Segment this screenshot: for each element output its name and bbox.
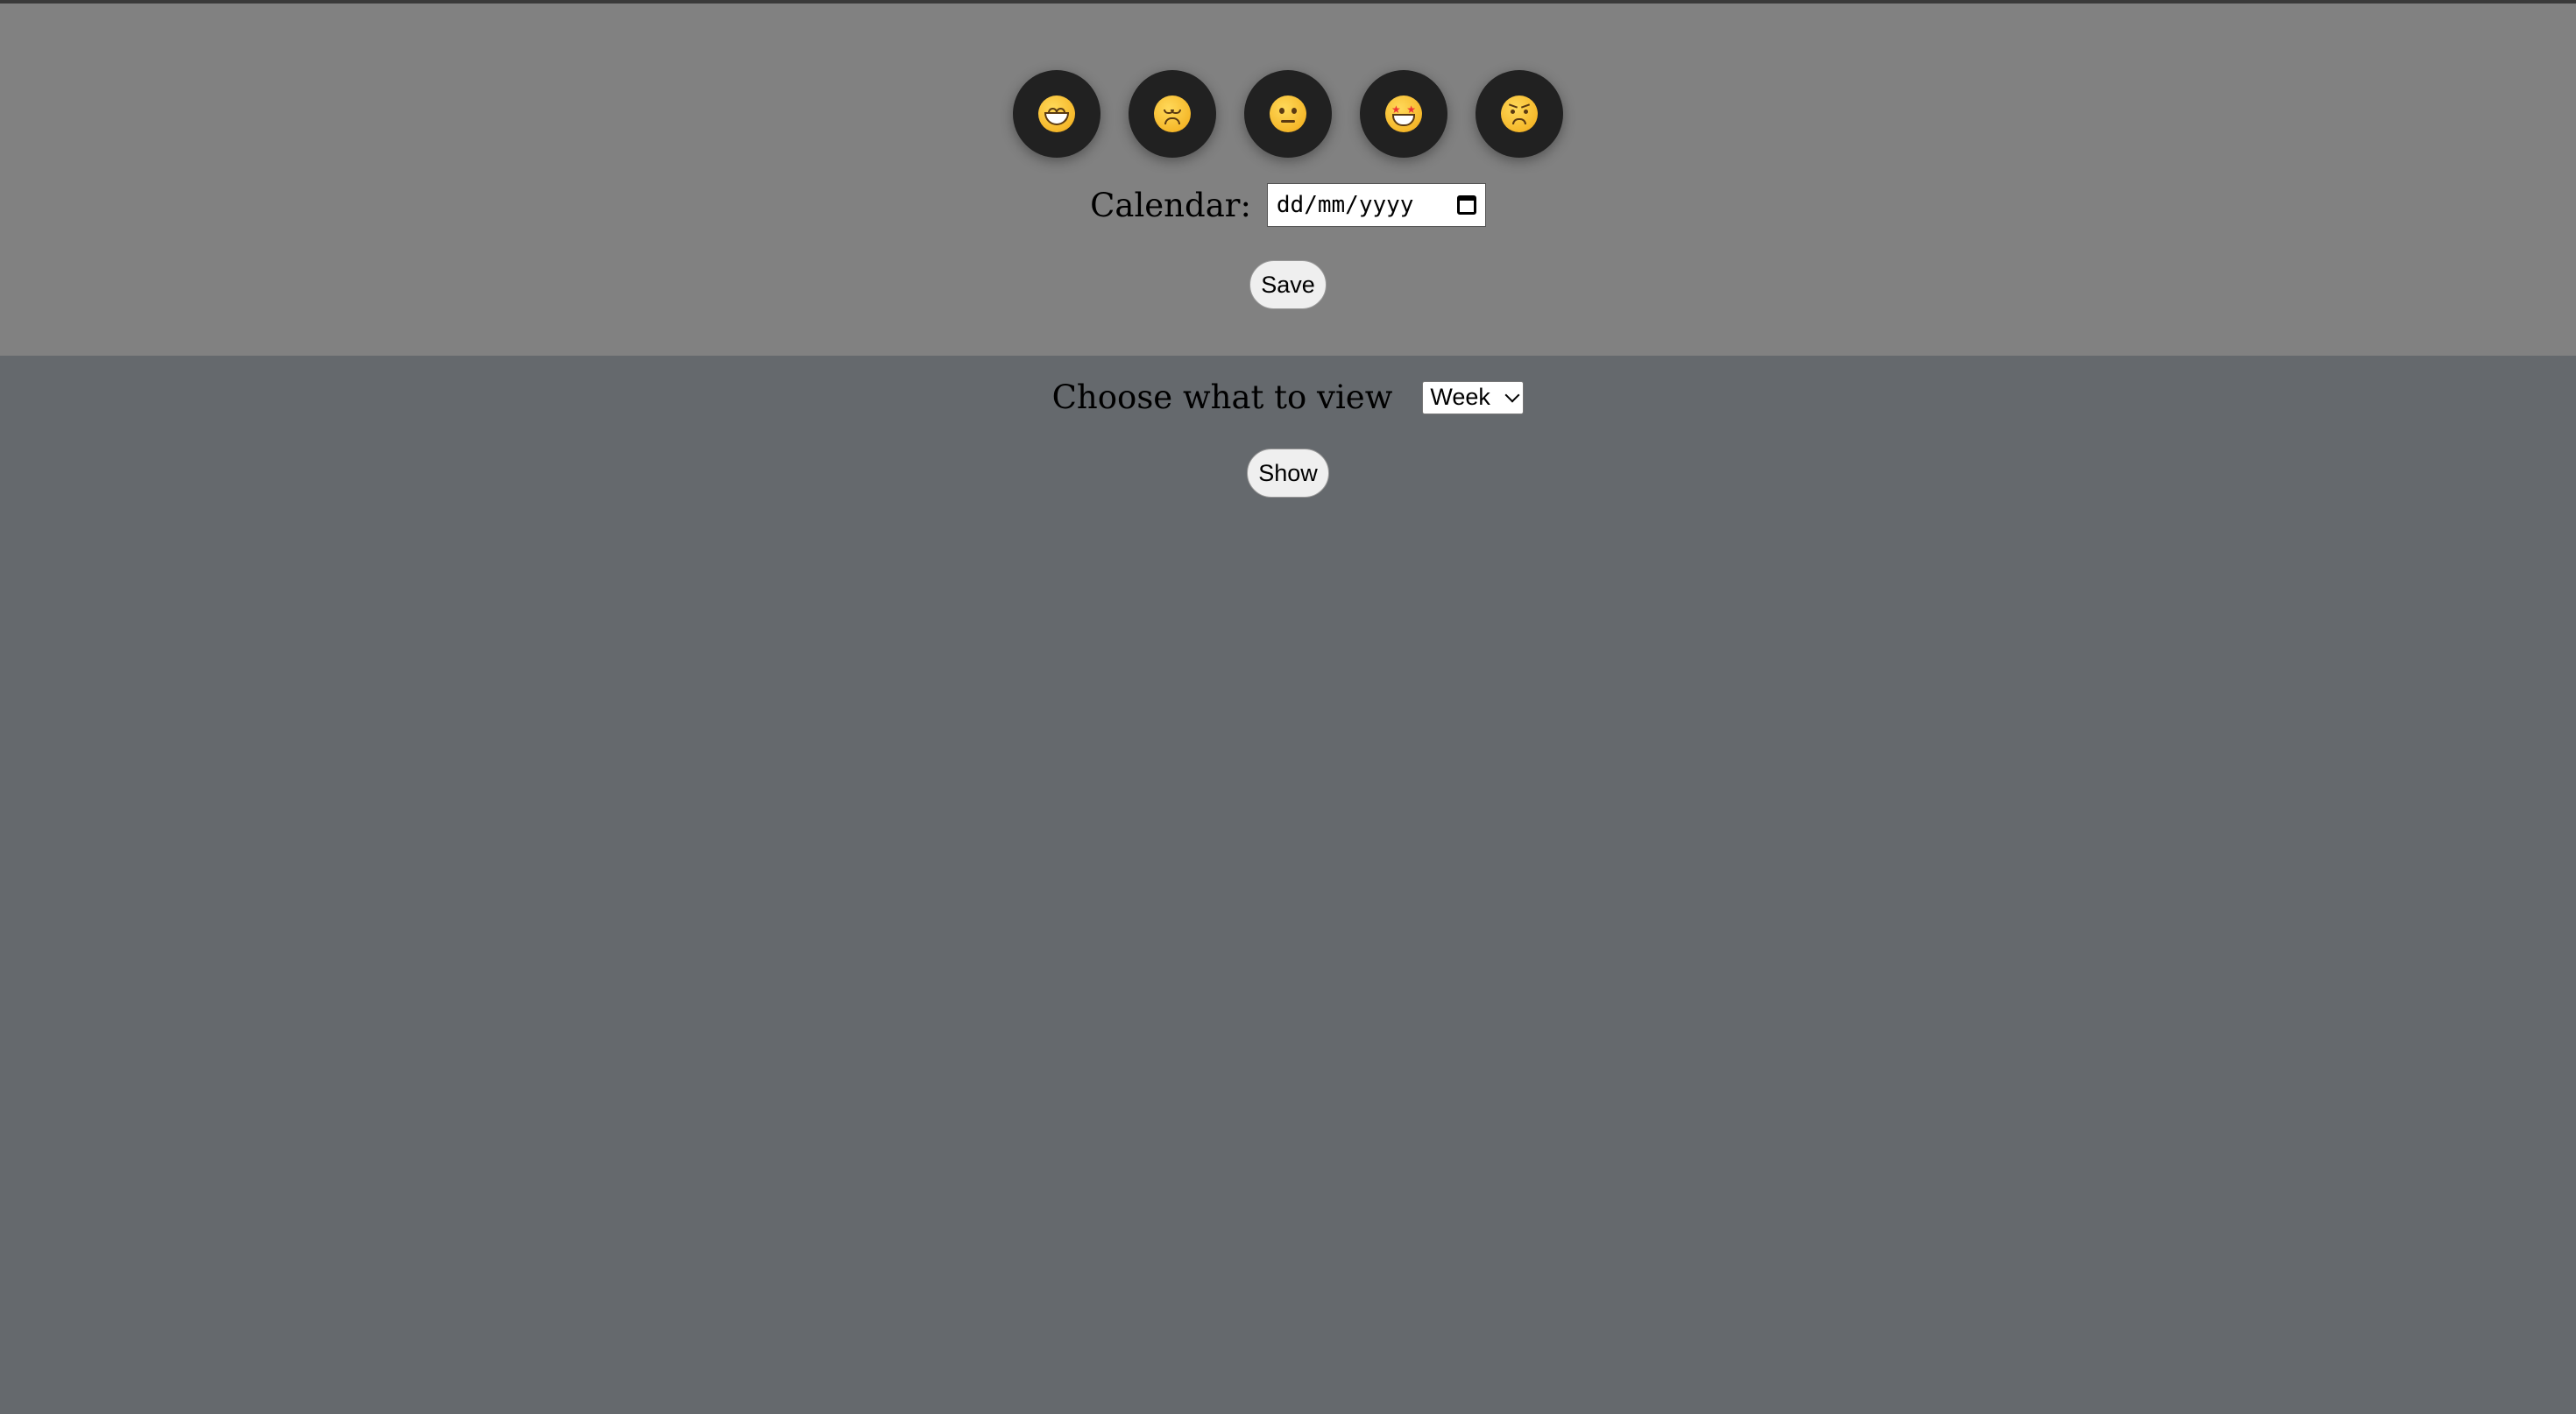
mood-button-star-struck[interactable]: ★ ★ [1360, 70, 1447, 158]
calendar-row: Calendar: dd/mm/yyyy [0, 183, 2576, 227]
angry-face-icon [1501, 95, 1538, 132]
grinning-face-icon [1038, 95, 1075, 132]
mood-button-angry[interactable] [1476, 70, 1563, 158]
mood-button-row: ★ ★ [0, 70, 2576, 158]
show-button[interactable]: Show [1247, 449, 1329, 498]
mood-button-disappointed[interactable] [1129, 70, 1216, 158]
view-select-value: Week [1430, 384, 1490, 410]
view-label: Choose what to view [1051, 378, 1393, 416]
calendar-icon[interactable] [1456, 195, 1476, 215]
date-input-placeholder: dd/mm/yyyy [1276, 192, 1414, 218]
view-select[interactable]: Week [1422, 380, 1525, 414]
calendar-label: Calendar: [1090, 186, 1251, 224]
mood-button-neutral[interactable] [1244, 70, 1332, 158]
star-struck-face-icon: ★ ★ [1385, 95, 1422, 132]
disappointed-face-icon [1154, 95, 1191, 132]
mood-button-grinning[interactable] [1013, 70, 1100, 158]
mood-entry-panel: ★ ★ Calendar: dd/mm/yyyy Save [0, 4, 2576, 356]
neutral-face-icon [1270, 95, 1306, 132]
view-selector-row: Choose what to view Week [0, 378, 2576, 416]
date-input[interactable]: dd/mm/yyyy [1266, 183, 1486, 227]
save-button[interactable]: Save [1249, 260, 1327, 309]
chevron-down-icon [1504, 387, 1520, 402]
